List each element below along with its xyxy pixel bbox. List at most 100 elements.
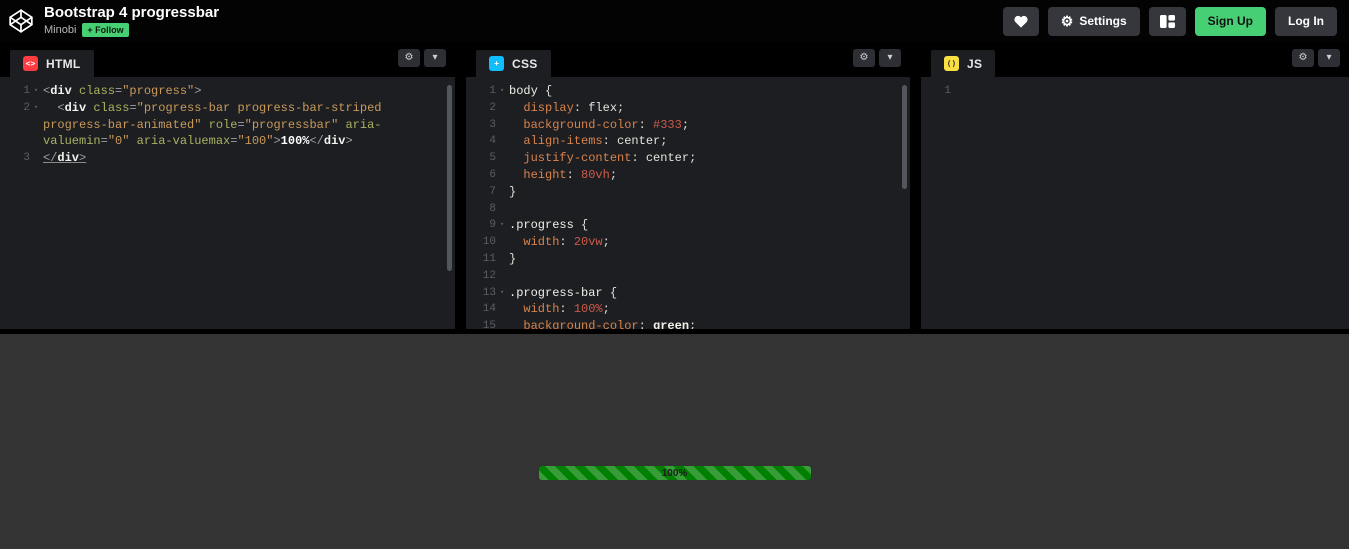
html-settings-gear-icon[interactable]: ⚙ [398, 48, 420, 67]
line-number: 2 [23, 101, 30, 114]
js-settings-gear-icon[interactable]: ⚙ [1292, 48, 1314, 67]
code-text: .progress-bar { [509, 285, 618, 300]
code-text: width: 100%; [523, 302, 610, 317]
code-line: 8 [466, 201, 910, 218]
line-number: 1 [489, 85, 496, 97]
line-number: 9 [489, 219, 496, 232]
tab-html[interactable]: <> HTML [10, 50, 94, 77]
code-line: 15 background-color: green; [466, 318, 910, 329]
code-line: 3 background-color: #333; [466, 117, 910, 134]
line-number: 12 [482, 269, 496, 282]
line-number: 2 [489, 101, 496, 114]
code-line: 4 align-items: center; [466, 133, 910, 150]
fold-gutter [500, 318, 509, 329]
css-settings-gear-icon[interactable]: ⚙ [853, 48, 875, 67]
fold-gutter [500, 184, 509, 201]
html-icon: <> [23, 56, 38, 71]
change-view-button[interactable] [1148, 6, 1186, 36]
tab-js[interactable]: () JS [931, 50, 996, 77]
preview-pane: 100% [0, 329, 1349, 549]
line-number: 13 [482, 286, 496, 299]
fold-arrow-icon[interactable]: ▾ [500, 217, 509, 234]
js-tab-tools: ⚙ ▾ [1292, 48, 1340, 67]
like-button[interactable] [1002, 6, 1039, 36]
code-text: align-items: center; [523, 134, 668, 149]
line-number: 11 [482, 252, 496, 265]
line-number: 5 [489, 152, 496, 165]
heart-icon [1014, 15, 1028, 28]
css-chevron-down-icon[interactable]: ▾ [879, 48, 901, 67]
line-number: 10 [482, 236, 496, 249]
fold-gutter [500, 201, 509, 218]
code-line: 6 height: 80vh; [466, 167, 910, 184]
fold-gutter [500, 150, 509, 167]
css-tab-tools: ⚙ ▾ [853, 48, 901, 67]
signup-button[interactable]: Sign Up [1194, 6, 1266, 36]
js-code-editor[interactable]: 1 [921, 77, 1349, 329]
code-text: } [509, 184, 517, 199]
html-code-editor[interactable]: 1 ▾ <div class="progress"> 2 ▾ <div class="p… [0, 77, 455, 329]
code-text: body { [509, 84, 553, 98]
code-line: 2 ▾ <div class="progress-bar progress-bar… [0, 100, 455, 150]
css-code-editor[interactable]: 1 ▾ body {2 display: flex; 3 background-col… [466, 77, 910, 329]
fold-arrow-icon[interactable]: ▾ [500, 285, 509, 302]
line-number: 7 [489, 185, 496, 198]
fold-arrow-icon[interactable]: ▾ [34, 100, 43, 150]
js-chevron-down-icon[interactable]: ▾ [1318, 48, 1340, 67]
code-line: 11} [466, 251, 910, 268]
html-tabbar: <> HTML ⚙ ▾ [0, 42, 455, 77]
code-line: 2 display: flex; [466, 100, 910, 117]
html-vertical-scrollbar[interactable] [447, 85, 452, 271]
codepen-logo-icon[interactable] [8, 8, 34, 34]
progress-track: 100% [538, 466, 811, 480]
editors-row: <> HTML ⚙ ▾ 1 ▾ <div class="progress"> 2 ▾ <… [0, 42, 1349, 329]
code-text: </div> [43, 151, 87, 166]
login-button[interactable]: Log In [1275, 6, 1337, 36]
fold-gutter [500, 234, 509, 251]
js-tabbar: () JS ⚙ ▾ [921, 42, 1349, 77]
pen-title: Bootstrap 4 progressbar [44, 4, 220, 21]
html-tab-tools: ⚙ ▾ [398, 48, 446, 67]
html-tab-label: HTML [46, 56, 81, 71]
css-code-lines: 1 ▾ body {2 display: flex; 3 background-col… [466, 83, 910, 329]
header-actions: ⚙ Settings Sign Up Log In [1002, 6, 1337, 36]
js-code-lines: 1 [921, 83, 1349, 100]
tab-css[interactable]: + CSS [476, 50, 551, 77]
css-tab-label: CSS [512, 56, 538, 71]
code-text: <div class="progress-bar progress-bar-st… [43, 100, 389, 149]
code-line: 1 ▾ body { [466, 83, 910, 100]
line-number: 15 [482, 320, 496, 329]
code-line: 12 [466, 268, 910, 285]
fold-gutter [955, 83, 964, 100]
line-number: 3 [489, 118, 496, 131]
fold-arrow-icon[interactable]: ▾ [500, 83, 509, 100]
fold-gutter [500, 301, 509, 318]
fold-gutter [500, 133, 509, 150]
fold-gutter [500, 100, 509, 117]
code-line: 10 width: 20vw; [466, 234, 910, 251]
js-icon: () [944, 56, 959, 71]
progress-label: 100% [661, 467, 688, 479]
code-line: 1 ▾ <div class="progress"> [0, 83, 455, 100]
pen-title-block: Bootstrap 4 progressbar Minobi + Follow [44, 5, 219, 37]
editor-layout-icon [1159, 14, 1175, 28]
fold-gutter [500, 251, 509, 268]
line-number: 4 [489, 135, 496, 148]
code-text: display: flex; [523, 100, 625, 115]
author-link[interactable]: Minobi [44, 24, 76, 36]
settings-button[interactable]: ⚙ Settings [1047, 6, 1140, 36]
line-number: 3 [23, 152, 30, 165]
html-editor-panel: <> HTML ⚙ ▾ 1 ▾ <div class="progress"> 2 ▾ <… [0, 42, 455, 329]
css-vertical-scrollbar[interactable] [902, 85, 907, 189]
html-chevron-down-icon[interactable]: ▾ [424, 48, 446, 67]
top-bar: Bootstrap 4 progressbar Minobi + Follow … [0, 0, 1349, 42]
code-text: } [509, 251, 517, 266]
code-line: 1 [921, 83, 1349, 100]
css-tabbar: + CSS ⚙ ▾ [466, 42, 910, 77]
fold-arrow-icon[interactable]: ▾ [34, 83, 43, 100]
code-text: justify-content: center; [523, 151, 697, 166]
code-line: 13 ▾ .progress-bar { [466, 285, 910, 302]
follow-button[interactable]: + Follow [82, 23, 129, 37]
